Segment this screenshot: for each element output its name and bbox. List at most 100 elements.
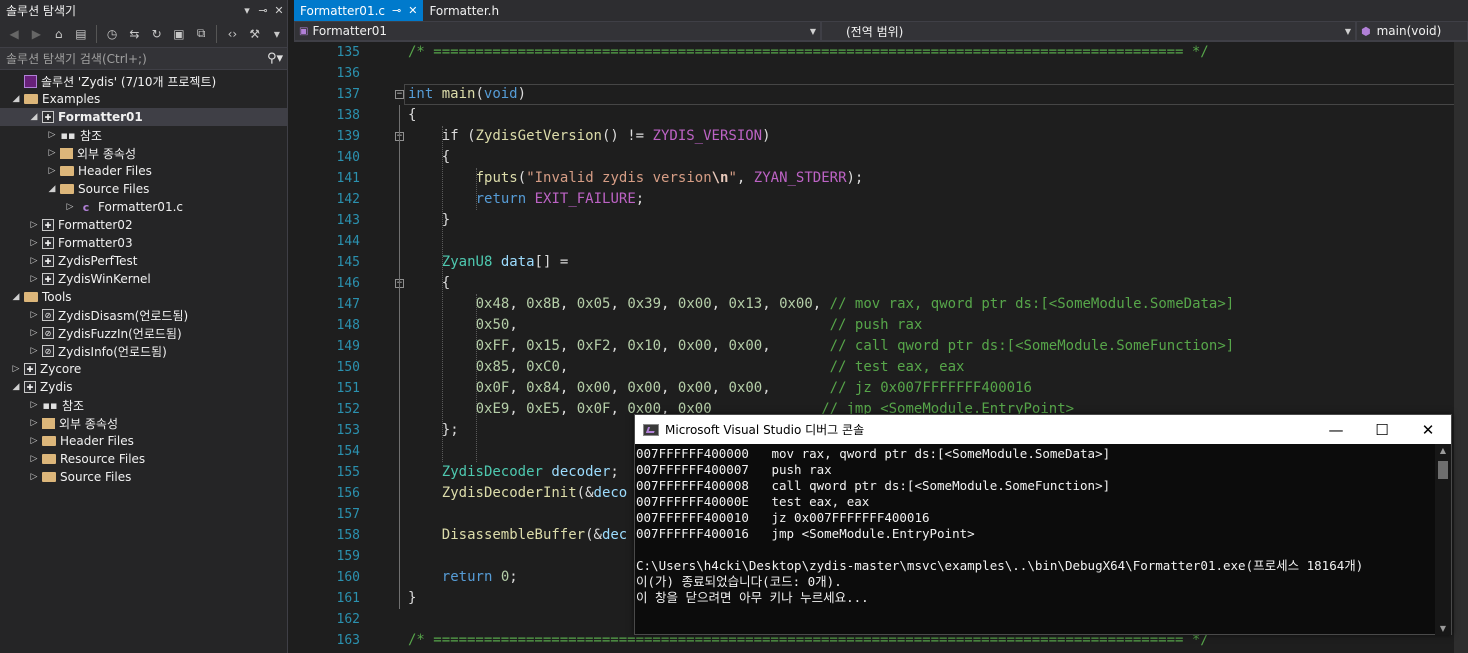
tree-item[interactable]: ◢ ✚ Formatter01: [0, 108, 287, 126]
expanded-arrow-icon[interactable]: ◢: [10, 382, 22, 392]
tree-item[interactable]: ◢ Examples: [0, 90, 287, 108]
close-button[interactable]: ✕: [1405, 421, 1451, 439]
solution-explorer-search-input[interactable]: 솔루션 탐색기 검색(Ctrl+;) ⚲▾: [0, 48, 287, 70]
collapsed-arrow-icon[interactable]: ▷: [46, 166, 58, 176]
collapsed-arrow-icon[interactable]: ▷: [28, 238, 40, 248]
collapsed-arrow-icon[interactable]: ▷: [28, 436, 40, 446]
tree-item[interactable]: ▷ Header Files: [0, 162, 287, 180]
collapsed-arrow-icon[interactable]: ▷: [64, 202, 76, 212]
tree-item[interactable]: ▷ ✚ Formatter02: [0, 216, 287, 234]
line-number: 149: [336, 339, 360, 354]
sync-icon[interactable]: ⇆: [124, 23, 144, 45]
tree-item[interactable]: ▷ ✚ Formatter03: [0, 234, 287, 252]
forward-icon[interactable]: ▶: [26, 23, 46, 45]
scrollbar-thumb[interactable]: [1438, 461, 1448, 479]
console-line: 007FFFFFF400010 jz 0x007FFFFFFF400016: [636, 510, 930, 525]
line-number: 160: [336, 570, 360, 585]
tree-item[interactable]: ▷ ✚ ZydisWinKernel: [0, 270, 287, 288]
tree-item[interactable]: ▷ c Formatter01.c: [0, 198, 287, 216]
tree-item[interactable]: ▷ ⊘ ZydisInfo(언로드됨): [0, 342, 287, 360]
back-icon[interactable]: ◀: [4, 23, 24, 45]
scroll-down-icon[interactable]: ▼: [1435, 624, 1451, 633]
console-scrollbar[interactable]: ▲ ▼: [1435, 444, 1451, 635]
code-line: }: [408, 590, 417, 606]
collapsed-arrow-icon[interactable]: ▷: [28, 400, 40, 410]
pin-icon[interactable]: ⊸: [392, 4, 401, 17]
tree-item[interactable]: ▷ ⊘ ZydisFuzzIn(언로드됨): [0, 324, 287, 342]
more-options-icon[interactable]: ▾: [267, 23, 287, 45]
collapsed-arrow-icon[interactable]: ▷: [28, 220, 40, 230]
solution-explorer-titlebar: 솔루션 탐색기 ▾ ⊸ ✕: [0, 0, 287, 20]
tree-item[interactable]: ▷ ▪▪ 참조: [0, 126, 287, 144]
visual-studio-window: 솔루션 탐색기 ▾ ⊸ ✕ ◀ ▶ ⌂ ▤ ◷ ⇆ ↻ ▣ ⧉ ‹› ⚒ ▾ 솔…: [0, 0, 1468, 653]
refresh-icon[interactable]: ↻: [147, 23, 167, 45]
tree-item[interactable]: ▷ ▪▪ 참조: [0, 396, 287, 414]
search-icon[interactable]: ⚲▾: [263, 51, 287, 66]
collapse-region-icon[interactable]: −: [395, 90, 404, 99]
collapsed-arrow-icon[interactable]: ▷: [28, 310, 40, 320]
collapsed-arrow-icon[interactable]: ▷: [46, 130, 58, 140]
collapsed-arrow-icon[interactable]: ▷: [28, 328, 40, 338]
close-tab-icon[interactable]: ✕: [408, 4, 417, 17]
tree-item[interactable]: ◢ ✚ Zydis: [0, 378, 287, 396]
tab-document[interactable]: Formatter01.c ⊸ ✕: [294, 0, 424, 21]
tree-item[interactable]: ▷ 외부 종속성: [0, 144, 287, 162]
collapsed-arrow-icon[interactable]: ▷: [46, 148, 58, 158]
expanded-arrow-icon[interactable]: ◢: [10, 292, 22, 302]
line-number: 140: [336, 150, 360, 165]
code-line: 0x85, 0xC0, // test eax, eax: [475, 359, 965, 375]
tree-item[interactable]: ▷ Header Files: [0, 432, 287, 450]
member-dropdown[interactable]: ⬢ main(void): [1356, 21, 1468, 41]
tab-label: Formatter.h: [429, 3, 500, 18]
show-all-files-icon[interactable]: ⧉: [191, 23, 211, 45]
project-icon: ✚: [24, 381, 36, 393]
tree-item-label: Header Files: [60, 434, 134, 448]
collapsed-arrow-icon[interactable]: ▷: [28, 346, 40, 356]
scroll-up-icon[interactable]: ▲: [1435, 446, 1451, 455]
indent-guide: [475, 168, 477, 210]
console-titlebar[interactable]: Microsoft Visual Studio 디버그 콘솔 — ☐ ✕: [635, 415, 1451, 444]
tree-item[interactable]: ▷ 외부 종속성: [0, 414, 287, 432]
collapsed-arrow-icon[interactable]: ▷: [28, 418, 40, 428]
collapsed-arrow-icon[interactable]: ▷: [28, 472, 40, 482]
tree-item[interactable]: ▷ Source Files: [0, 468, 287, 486]
line-number: 154: [336, 444, 360, 459]
pending-changes-icon[interactable]: ◷: [102, 23, 122, 45]
code-view-icon[interactable]: ‹›: [222, 23, 242, 45]
code-line: int main(void): [408, 86, 527, 102]
references-icon: ▪▪: [60, 128, 76, 142]
tree-item[interactable]: ◢ Source Files: [0, 180, 287, 198]
debug-console-window[interactable]: Microsoft Visual Studio 디버그 콘솔 — ☐ ✕ 007…: [634, 414, 1452, 635]
tree-item[interactable]: ▷ ✚ ZydisPerfTest: [0, 252, 287, 270]
collapsed-arrow-icon[interactable]: ▷: [28, 274, 40, 284]
minimize-button[interactable]: —: [1313, 421, 1359, 439]
expanded-arrow-icon[interactable]: ◢: [10, 94, 22, 104]
tab-document[interactable]: Formatter.h: [423, 0, 505, 21]
tree-item[interactable]: ◢ Tools: [0, 288, 287, 306]
tree-item[interactable]: ▷ ⊘ ZydisDisasm(언로드됨): [0, 306, 287, 324]
expanded-arrow-icon[interactable]: ◢: [46, 184, 58, 194]
switch-views-icon[interactable]: ▤: [71, 23, 91, 45]
close-icon[interactable]: ✕: [271, 4, 287, 17]
properties-wrench-icon[interactable]: ⚒: [245, 23, 265, 45]
collapsed-arrow-icon[interactable]: ▷: [28, 454, 40, 464]
maximize-button[interactable]: ☐: [1359, 421, 1405, 439]
dropdown-icon[interactable]: ▾: [239, 4, 255, 17]
pin-icon[interactable]: ⊸: [255, 4, 271, 17]
collapsed-arrow-icon[interactable]: ▷: [10, 364, 22, 374]
project-icon: ✚: [42, 237, 54, 249]
home-icon[interactable]: ⌂: [49, 23, 69, 45]
tree-item[interactable]: ▷ Resource Files: [0, 450, 287, 468]
solution-explorer-toolbar: ◀ ▶ ⌂ ▤ ◷ ⇆ ↻ ▣ ⧉ ‹› ⚒ ▾: [0, 20, 287, 48]
tree-item[interactable]: ▷ ✚ Zycore: [0, 360, 287, 378]
collapsed-arrow-icon[interactable]: ▷: [28, 256, 40, 266]
editor-vertical-scrollbar[interactable]: [1454, 42, 1468, 653]
tree-item[interactable]: 솔루션 'Zydis' (7/10개 프로젝트): [0, 72, 287, 90]
unloaded-project-icon: ⊘: [42, 309, 54, 321]
line-number: 136: [336, 66, 360, 81]
expanded-arrow-icon[interactable]: ◢: [28, 112, 40, 122]
scope-dropdown[interactable]: (전역 범위) ▼: [821, 21, 1356, 41]
project-scope-dropdown[interactable]: ▣ Formatter01 ▼: [294, 21, 821, 41]
collapse-all-icon[interactable]: ▣: [169, 23, 189, 45]
code-line: {: [441, 149, 451, 165]
